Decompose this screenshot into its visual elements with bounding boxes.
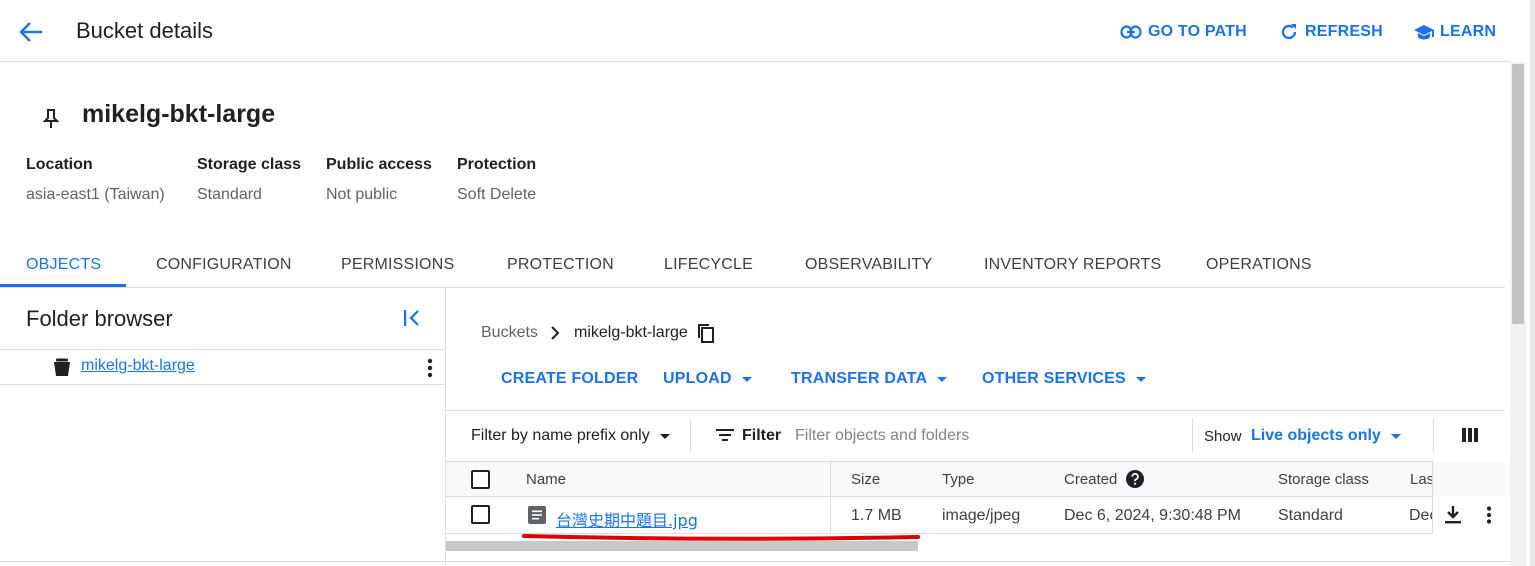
download-icon[interactable] [1444,505,1462,525]
filter-prefix-label: Filter by name prefix only [471,427,650,444]
show-label: Show [1204,428,1242,445]
folder-browser-divider [0,349,445,350]
file-storage-class: Standard [1278,507,1343,524]
column-header-size[interactable]: Size [851,471,880,488]
go-to-path-label: GO TO PATH [1148,23,1247,40]
learn-label: LEARN [1440,23,1497,40]
show-objects-select[interactable]: Live objects only [1251,427,1401,445]
learn-button[interactable]: LEARN [1414,20,1496,44]
folder-browser-bucket-link[interactable]: mikelg-bkt-large [81,357,195,375]
column-resize-handle[interactable] [830,461,831,534]
dropdown-caret-icon [1390,433,1401,439]
tab-configuration[interactable]: CONFIGURATION [156,256,292,274]
collapse-panel-icon[interactable] [401,308,423,328]
dropdown-caret-icon [1135,376,1146,382]
storage-class-label: Storage class [197,156,302,173]
column-header-storage-class[interactable]: Storage class [1278,471,1369,488]
column-display-icon[interactable] [1462,427,1478,443]
filter-input[interactable] [795,423,1175,449]
public-access-value: Not public [326,186,398,203]
file-created: Dec 6, 2024, 9:30:48 PM [1064,507,1241,524]
help-icon[interactable] [1125,469,1145,489]
column-header-name[interactable]: Name [526,471,566,488]
protection-value: Soft Delete [457,186,537,203]
protection-label: Protection [457,156,537,173]
column-header-type[interactable]: Type [942,471,975,488]
location-value: asia-east1 (Taiwan) [26,186,165,203]
filter-list-icon[interactable] [716,428,734,442]
tab-permissions[interactable]: PERMISSIONS [341,256,454,274]
breadcrumb-current: mikelg-bkt-large [574,324,688,341]
storage-class-value: Standard [197,186,262,203]
other-services-label: OTHER SERVICES [982,370,1126,387]
other-services-button[interactable]: OTHER SERVICES [982,370,1146,388]
upload-button[interactable]: UPLOAD [663,370,752,388]
row-checkbox[interactable] [471,505,490,524]
page-bottom-divider [0,561,1510,562]
location-label: Location [26,156,93,173]
red-annotation-underline [522,533,920,542]
show-objects-value: Live objects only [1251,427,1381,444]
refresh-label: REFRESH [1305,23,1383,40]
file-image-icon [528,506,546,524]
panel-divider [445,288,446,566]
dropdown-caret-icon [937,376,948,382]
more-vert-icon[interactable] [424,357,436,379]
refresh-icon [1279,22,1299,42]
school-icon [1414,24,1434,40]
tabs-divider [0,287,1505,288]
more-vert-icon[interactable] [1484,505,1494,525]
dropdown-caret-icon [741,376,752,382]
folder-browser-divider [0,384,445,385]
create-folder-button[interactable]: CREATE FOLDER [501,370,638,388]
file-name-link[interactable]: 台灣史期中題目.jpg [556,507,698,531]
tab-lifecycle[interactable]: LIFECYCLE [664,256,753,274]
breadcrumb-buckets[interactable]: Buckets [481,324,538,342]
column-header-last-modified[interactable]: Las [1410,471,1434,488]
file-type: image/jpeg [942,507,1021,524]
filter-bar-divider [446,410,1505,411]
pin-icon[interactable] [42,108,60,130]
filter-prefix-select[interactable]: Filter by name prefix only [471,427,670,445]
filter-separator [1192,418,1193,452]
tab-observability[interactable]: OBSERVABILITY [805,256,932,274]
row-actions-header [1433,462,1505,496]
tab-objects[interactable]: OBJECTS [26,256,101,274]
refresh-button[interactable]: REFRESH [1279,20,1383,44]
upload-label: UPLOAD [663,370,732,387]
file-size: 1.7 MB [851,507,902,524]
select-all-checkbox[interactable] [471,470,490,489]
dropdown-caret-icon [659,433,670,439]
filter-separator [1433,418,1434,452]
column-header-created[interactable]: Created [1064,471,1117,488]
window-edge [1530,0,1535,566]
transfer-data-button[interactable]: TRANSFER DATA [791,370,948,388]
tab-protection[interactable]: PROTECTION [507,256,614,274]
copy-icon[interactable] [697,323,715,343]
create-folder-label: CREATE FOLDER [501,370,639,387]
go-to-path-button[interactable]: GO TO PATH [1120,20,1247,44]
link-icon [1120,25,1142,39]
filter-separator [690,418,691,452]
horizontal-scrollbar-thumb[interactable] [446,541,918,551]
transfer-data-label: TRANSFER DATA [791,370,928,387]
public-access-label: Public access [326,156,432,173]
tab-operations[interactable]: OPERATIONS [1206,256,1312,274]
bucket-icon [53,357,71,377]
tab-inventory-reports[interactable]: INVENTORY REPORTS [984,256,1161,274]
bucket-name: mikelg-bkt-large [82,100,276,128]
chevron-right-icon [549,326,561,340]
page-title: Bucket details [76,18,213,43]
back-arrow-icon[interactable] [18,20,44,44]
folder-browser-title: Folder browser [26,306,173,331]
vertical-scrollbar-thumb[interactable] [1512,64,1524,324]
filter-label[interactable]: Filter [742,427,781,445]
